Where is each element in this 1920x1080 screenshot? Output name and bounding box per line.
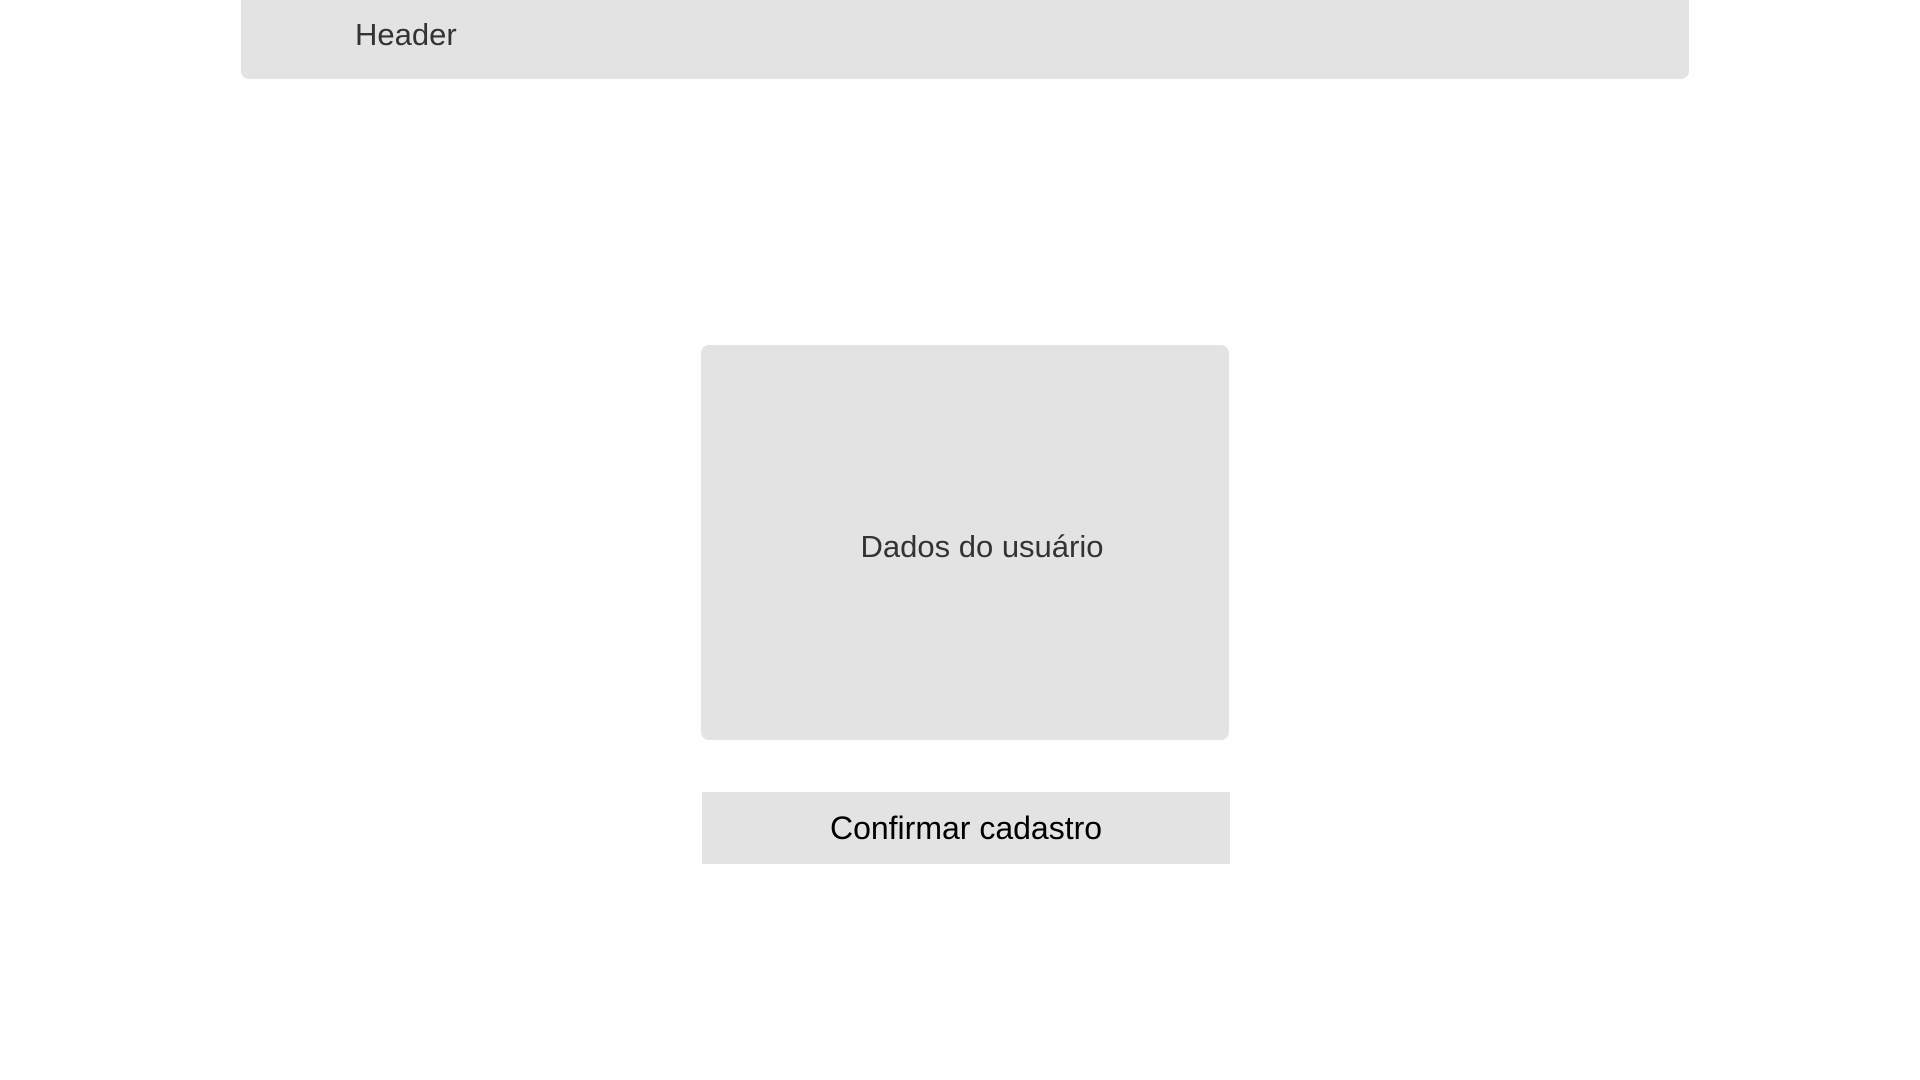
user-data-label: Dados do usuário: [860, 528, 1104, 564]
header-bar: Header: [241, 0, 1689, 79]
user-data-panel: Dados do usuário: [701, 345, 1229, 740]
confirm-registration-button[interactable]: Confirmar cadastro: [702, 792, 1230, 864]
page: Header Dados do usuário Confirmar cadast…: [0, 0, 1920, 1080]
header-title: Header: [355, 17, 457, 52]
